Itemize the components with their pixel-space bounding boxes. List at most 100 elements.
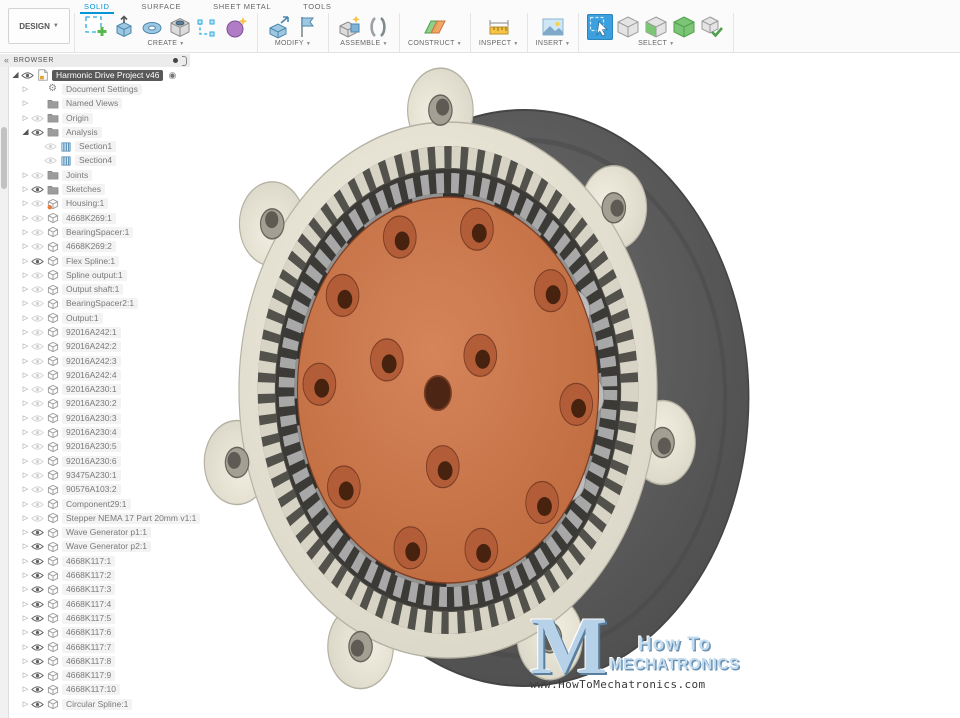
revolve-icon[interactable] [139, 14, 165, 40]
visibility-eye-icon[interactable] [31, 328, 44, 337]
visibility-eye-icon[interactable] [31, 342, 44, 351]
expand-arrow-icon[interactable]: ▷ [20, 286, 31, 293]
visibility-eye-icon[interactable] [31, 571, 44, 580]
tree-item-output-1[interactable]: ▷Output:1 [10, 311, 192, 325]
expand-arrow-icon[interactable]: ▷ [20, 686, 31, 693]
tree-item-sketches[interactable]: ▷Sketches [10, 182, 192, 196]
expand-arrow-icon[interactable]: ▷ [20, 701, 31, 708]
expand-arrow-icon[interactable]: ▷ [20, 515, 31, 522]
window-select-icon[interactable] [615, 14, 641, 40]
visibility-eye-icon[interactable] [31, 271, 44, 280]
create-sketch-icon[interactable] [83, 14, 109, 40]
expand-arrow-icon[interactable]: ▷ [20, 644, 31, 651]
expand-arrow-icon[interactable]: ▷ [20, 400, 31, 407]
visibility-eye-icon[interactable] [31, 628, 44, 637]
visibility-eye-icon[interactable] [31, 485, 44, 494]
collapse-arrow-icon[interactable]: ◢ [10, 71, 21, 79]
expand-arrow-icon[interactable]: ▷ [20, 586, 31, 593]
expand-arrow-icon[interactable]: ▷ [20, 229, 31, 236]
visibility-eye-icon[interactable] [31, 442, 44, 451]
tree-item-joints[interactable]: ▷Joints [10, 168, 192, 182]
visibility-eye-icon[interactable] [31, 643, 44, 652]
form-icon[interactable] [223, 14, 249, 40]
tree-item-section1[interactable]: Section1 [10, 139, 192, 153]
visibility-eye-icon[interactable] [31, 199, 44, 208]
tree-item-4668k117-3[interactable]: ▷4668K117:3 [10, 583, 192, 597]
tree-item-92016a230-4[interactable]: ▷92016A230:4 [10, 425, 192, 439]
tree-item-circular-spline-1[interactable]: ▷Circular Spline:1 [10, 697, 192, 711]
visibility-eye-icon[interactable] [31, 171, 44, 180]
group-label-modify[interactable]: MODIFY▼ [275, 40, 311, 47]
tree-item-named-views[interactable]: ▷Named Views [10, 97, 192, 111]
visibility-eye-icon[interactable] [31, 257, 44, 266]
expand-arrow-icon[interactable]: ▷ [20, 172, 31, 179]
expand-arrow-icon[interactable]: ▷ [20, 572, 31, 579]
tree-item-4668k117-8[interactable]: ▷4668K117:8 [10, 654, 192, 668]
extrude-icon[interactable] [111, 14, 137, 40]
tree-item-4668k117-5[interactable]: ▷4668K117:5 [10, 611, 192, 625]
visibility-eye-icon[interactable] [31, 285, 44, 294]
visibility-eye-icon[interactable] [31, 214, 44, 223]
visibility-eye-icon[interactable] [44, 142, 57, 151]
tree-item-4668k117-10[interactable]: ▷4668K117:10 [10, 683, 192, 697]
expand-arrow-icon[interactable]: ▷ [20, 243, 31, 250]
tree-item-92016a242-4[interactable]: ▷92016A242:4 [10, 368, 192, 382]
tree-item-92016a242-2[interactable]: ▷92016A242:2 [10, 340, 192, 354]
expand-arrow-icon[interactable]: ▷ [20, 543, 31, 550]
tree-item-bearingspacer2-1[interactable]: ▷BearingSpacer2:1 [10, 297, 192, 311]
tree-item-housing-1[interactable]: ▷Housing:1 [10, 197, 192, 211]
visibility-eye-icon[interactable] [31, 542, 44, 551]
group-label-inspect[interactable]: INSPECT▼ [479, 40, 519, 47]
tree-item-92016a230-6[interactable]: ▷92016A230:6 [10, 454, 192, 468]
visibility-eye-icon[interactable] [31, 414, 44, 423]
tree-item-92016a230-5[interactable]: ▷92016A230:5 [10, 440, 192, 454]
expand-arrow-icon[interactable]: ▷ [20, 629, 31, 636]
expand-arrow-icon[interactable]: ▷ [20, 186, 31, 193]
visibility-eye-icon[interactable] [31, 242, 44, 251]
joint-icon[interactable] [365, 14, 391, 40]
tree-item-4668k117-9[interactable]: ▷4668K117:9 [10, 668, 192, 682]
visibility-eye-icon[interactable] [31, 600, 44, 609]
browser-scrollbar-track[interactable] [0, 67, 9, 718]
visibility-eye-icon[interactable] [31, 128, 44, 137]
visibility-eye-icon[interactable] [31, 357, 44, 366]
tree-item-4668k117-7[interactable]: ▷4668K117:7 [10, 640, 192, 654]
expand-arrow-icon[interactable]: ▷ [20, 100, 31, 107]
visibility-eye-icon[interactable] [31, 185, 44, 194]
visibility-eye-icon[interactable] [31, 228, 44, 237]
expand-arrow-icon[interactable]: ▷ [20, 415, 31, 422]
insert-image-icon[interactable] [540, 14, 566, 40]
visibility-eye-icon[interactable] [31, 399, 44, 408]
hole-icon[interactable] [167, 14, 193, 40]
tree-item-90576a103-2[interactable]: ▷90576A103:2 [10, 483, 192, 497]
visibility-eye-icon[interactable] [31, 700, 44, 709]
expand-arrow-icon[interactable]: ▷ [20, 258, 31, 265]
group-label-assemble[interactable]: ASSEMBLE▼ [340, 40, 387, 47]
tree-item-92016a242-3[interactable]: ▷92016A242:3 [10, 354, 192, 368]
expand-arrow-icon[interactable]: ▷ [20, 658, 31, 665]
visibility-eye-icon[interactable] [31, 585, 44, 594]
visibility-eye-icon[interactable] [31, 557, 44, 566]
tree-item-4668k269-1[interactable]: ▷4668K269:1 [10, 211, 192, 225]
expand-arrow-icon[interactable]: ▷ [20, 300, 31, 307]
collapse-panel-icon[interactable]: « [4, 56, 10, 65]
visibility-eye-icon[interactable] [31, 614, 44, 623]
panel-dock-icon[interactable] [182, 56, 187, 66]
expand-arrow-icon[interactable]: ▷ [20, 315, 31, 322]
expand-arrow-icon[interactable]: ▷ [20, 601, 31, 608]
visibility-eye-icon[interactable] [21, 71, 34, 80]
body-select-icon[interactable] [671, 14, 697, 40]
group-label-create[interactable]: CREATE▼ [148, 40, 185, 47]
expand-arrow-icon[interactable]: ▷ [20, 115, 31, 122]
tree-item-stepper-nema-17-part-20mm-v1-1[interactable]: ▷Stepper NEMA 17 Part 20mm v1:1 [10, 511, 192, 525]
expand-arrow-icon[interactable]: ▷ [20, 200, 31, 207]
tree-item-92016a242-1[interactable]: ▷92016A242:1 [10, 325, 192, 339]
tree-item-92016a230-1[interactable]: ▷92016A230:1 [10, 383, 192, 397]
visibility-eye-icon[interactable] [31, 299, 44, 308]
expand-arrow-icon[interactable]: ▷ [20, 501, 31, 508]
visibility-eye-icon[interactable] [31, 671, 44, 680]
fillet-icon[interactable] [294, 14, 320, 40]
tree-item-4668k269-2[interactable]: ▷4668K269:2 [10, 240, 192, 254]
tree-item-spline-output-1[interactable]: ▷Spline output:1 [10, 268, 192, 282]
tree-item-4668k117-6[interactable]: ▷4668K117:6 [10, 626, 192, 640]
